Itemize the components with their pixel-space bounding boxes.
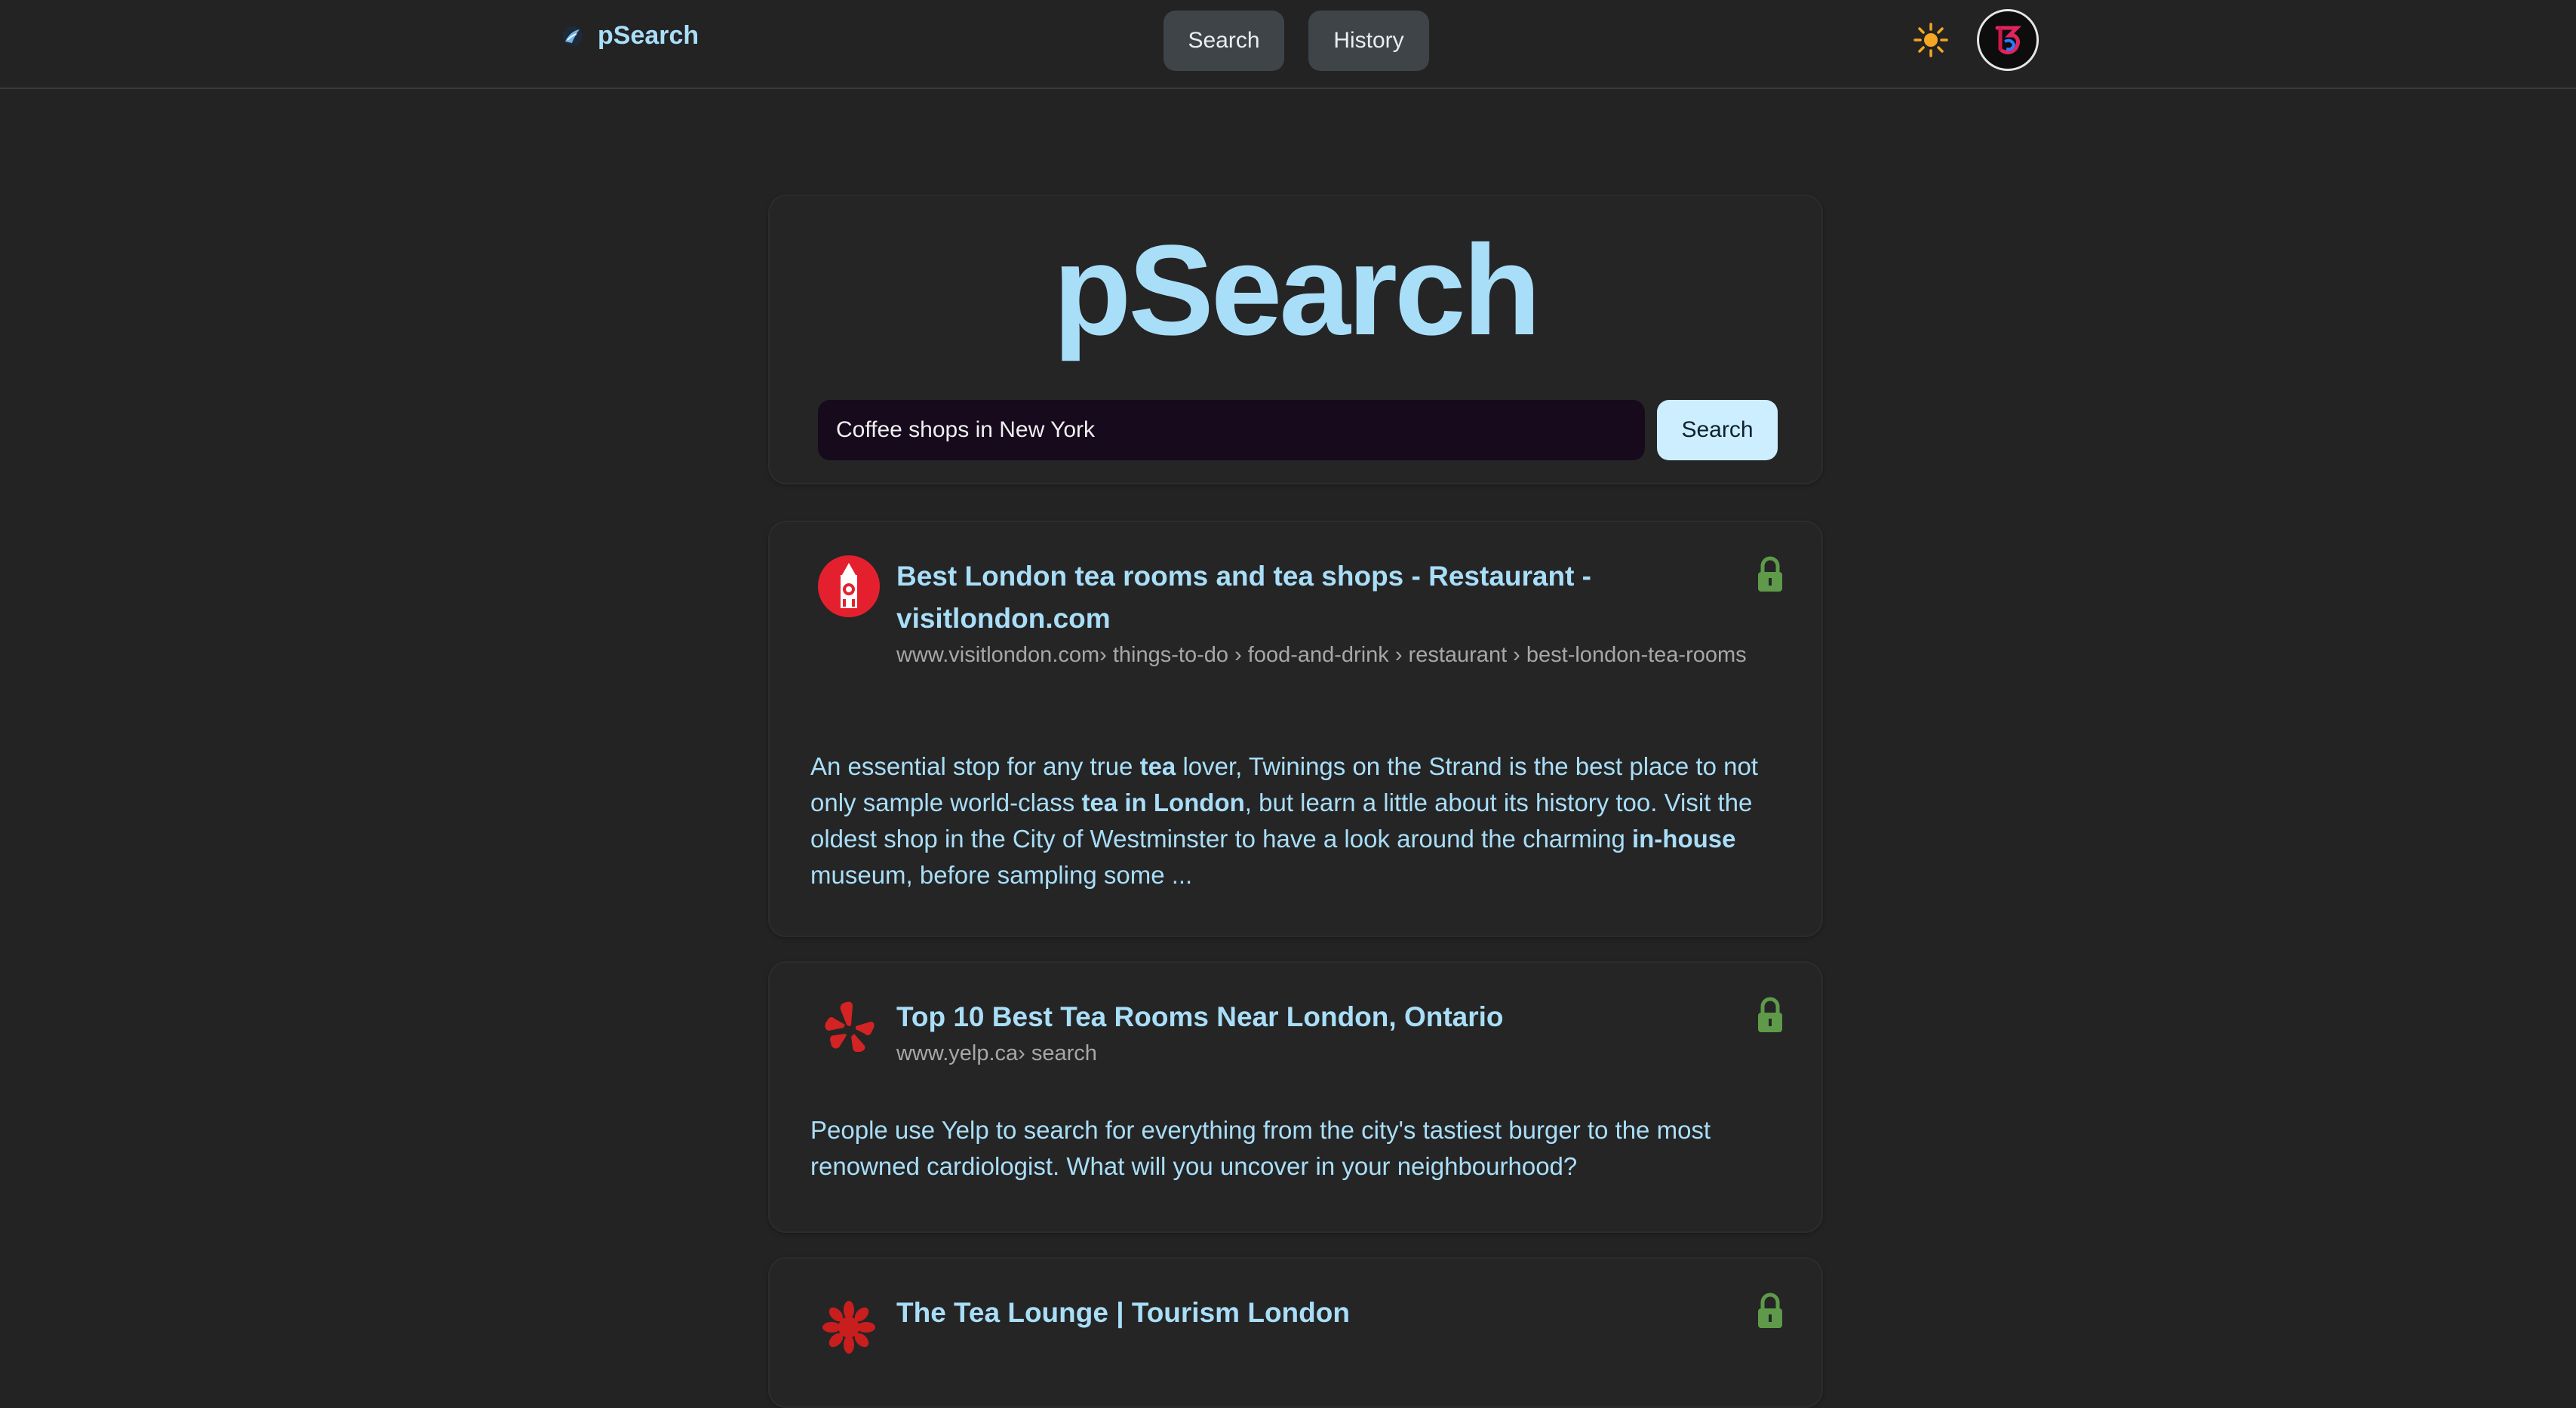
brand-name: pSearch: [598, 21, 699, 50]
result-url: www.visitlondon.com› things-to-do › food…: [896, 643, 1747, 667]
snippet-text: An essential stop for any true: [810, 752, 1140, 780]
result-title[interactable]: Top 10 Best Tea Rooms Near London, Ontar…: [896, 996, 1689, 1038]
nav-search-button[interactable]: Search: [1164, 11, 1284, 71]
lock-icon: [1758, 556, 1782, 592]
lock-icon: [1758, 1293, 1782, 1328]
brand-logo-icon: [563, 26, 583, 46]
snippet-text: People use Yelp to search for everything…: [810, 1116, 1711, 1180]
search-input[interactable]: [818, 400, 1645, 460]
result-title[interactable]: The Tea Lounge | Tourism London: [896, 1292, 1689, 1334]
snippet-highlight: in-house: [1631, 825, 1736, 853]
search-button[interactable]: Search: [1657, 400, 1778, 460]
yelp-icon: [825, 1001, 875, 1052]
main-nav: Search History: [1164, 11, 1429, 71]
tourism-london-icon: [822, 1301, 875, 1354]
snippet-highlight: tea: [1139, 752, 1176, 780]
result-snippet: People use Yelp to search for everything…: [810, 1112, 1791, 1185]
nav-history-button[interactable]: History: [1308, 11, 1429, 71]
result-title[interactable]: Best London tea rooms and tea shops - Re…: [896, 555, 1689, 640]
lock-icon: [1758, 997, 1782, 1032]
result-snippet: An essential stop for any true tea lover…: [810, 749, 1791, 893]
avatar-logo-icon: [1995, 26, 2022, 55]
snippet-text: museum, before sampling some ...: [810, 861, 1193, 889]
top-bar: pSearch Search History: [0, 0, 2576, 89]
big-ben-icon: [818, 555, 880, 617]
result-url: www.yelp.ca› search: [896, 1041, 1097, 1065]
hero-title: pSearch: [1053, 219, 1542, 362]
result-card: Best London tea rooms and tea shops - Re…: [768, 521, 1823, 937]
brand[interactable]: pSearch: [561, 21, 699, 51]
sun-icon[interactable]: [1912, 21, 1950, 59]
user-avatar[interactable]: [1977, 9, 2039, 71]
search-card: pSearch Search: [768, 195, 1823, 484]
result-card: The Tea Lounge | Tourism London: [768, 1257, 1823, 1408]
snippet-highlight: tea in London: [1081, 789, 1245, 816]
result-card: Top 10 Best Tea Rooms Near London, Ontar…: [768, 961, 1823, 1233]
